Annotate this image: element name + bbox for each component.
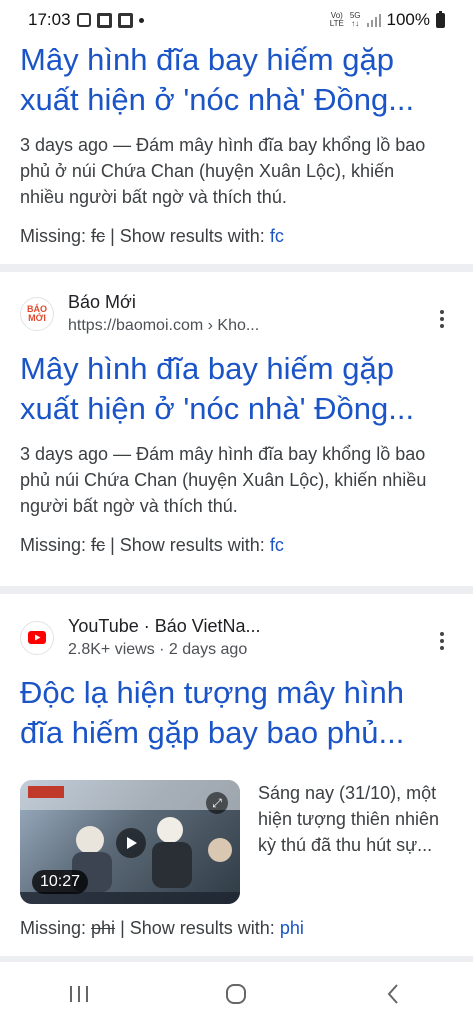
video-description: Sáng nay (31/10), một hiện tượng thiên n… bbox=[258, 783, 439, 855]
expand-icon: ⤢ bbox=[206, 792, 228, 814]
home-icon[interactable] bbox=[224, 982, 248, 1011]
signal-icon bbox=[366, 13, 381, 27]
more-options-icon[interactable] bbox=[439, 632, 445, 650]
result-source[interactable]: BÁO MỚI Báo Mới https://baomoi.com › Kho… bbox=[20, 292, 453, 335]
result-separator bbox=[0, 956, 473, 962]
back-icon[interactable] bbox=[382, 982, 406, 1011]
battery-percent: 100% bbox=[386, 10, 430, 29]
status-bar: 17:03 Vo) LTE 5G ↑↓ 100% bbox=[0, 0, 473, 40]
show-results-with-link[interactable]: phi bbox=[280, 918, 304, 938]
result-snippet: 3 days ago — Đám mây hình đĩa bay khổng … bbox=[20, 444, 427, 516]
clock: 17:03 bbox=[28, 10, 71, 29]
missing-term: fc bbox=[91, 226, 106, 246]
missing-terms: Missing: fc | Show results with: fc bbox=[20, 226, 284, 246]
qr-notification-icon bbox=[96, 12, 112, 28]
search-result-3: YouTube · Báo VietNa... 2.8K+ views · 2 … bbox=[20, 616, 453, 956]
more-options-icon[interactable] bbox=[439, 310, 445, 328]
volte-icon: Vo) LTE bbox=[329, 11, 344, 28]
video-duration: 10:27 bbox=[32, 870, 89, 894]
result-separator bbox=[0, 586, 473, 594]
missing-term: fc bbox=[91, 535, 106, 555]
search-result-2: BÁO MỚI Báo Mới https://baomoi.com › Kho… bbox=[20, 292, 453, 556]
result-title-link[interactable]: Mây hình đĩa bay hiếm gặp xuất hiện ở 'n… bbox=[20, 40, 453, 120]
site-name: YouTube · Báo VietNa... bbox=[68, 616, 261, 636]
youtube-favicon-icon bbox=[20, 620, 54, 655]
battery-icon bbox=[436, 10, 445, 28]
video-thumbnail[interactable]: ⤢ 10:27 bbox=[20, 780, 240, 904]
result-title-link[interactable]: Độc lạ hiện tượng mây hình đĩa hiếm gặp … bbox=[20, 673, 453, 753]
system-navigation-bar bbox=[0, 968, 473, 1024]
play-icon bbox=[116, 828, 146, 858]
video-meta: 2.8K+ views · 2 days ago bbox=[68, 641, 248, 658]
site-url: https://baomoi.com › Kho... bbox=[68, 317, 260, 334]
site-name: Báo Mới bbox=[68, 292, 136, 312]
missing-term: phi bbox=[91, 918, 116, 938]
search-result-1: Mây hình đĩa bay hiếm gặp xuất hiện ở 'n… bbox=[20, 40, 453, 247]
recent-apps-icon[interactable] bbox=[67, 983, 91, 1010]
missing-terms: Missing: phi | Show results with: phi bbox=[20, 918, 304, 938]
baomoi-favicon-icon: BÁO MỚI bbox=[20, 296, 54, 331]
more-notifications-icon bbox=[138, 17, 144, 23]
show-results-with-link[interactable]: fc bbox=[270, 535, 284, 555]
missing-terms: Missing: fc | Show results with: fc bbox=[20, 535, 284, 555]
result-snippet: 3 days ago — Đám mây hình đĩa bay khổng … bbox=[20, 135, 426, 207]
result-title-link[interactable]: Mây hình đĩa bay hiếm gặp xuất hiện ở 'n… bbox=[20, 349, 453, 429]
gallery-notification-icon bbox=[76, 13, 91, 27]
qr-notification-icon-2 bbox=[117, 12, 133, 28]
result-separator bbox=[0, 264, 473, 272]
show-results-with-link[interactable]: fc bbox=[270, 226, 284, 246]
result-source[interactable]: YouTube · Báo VietNa... 2.8K+ views · 2 … bbox=[20, 616, 453, 659]
network-5g-icon: 5G ↑↓ bbox=[349, 11, 361, 28]
